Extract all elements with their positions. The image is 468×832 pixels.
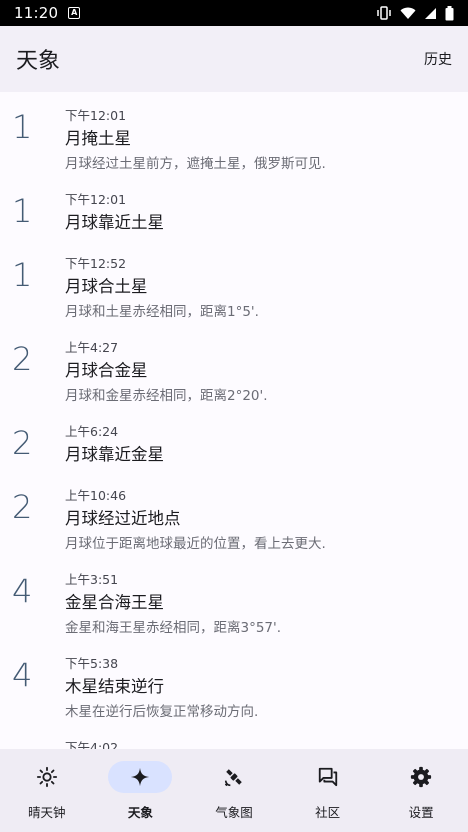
event-description: 月球和土星赤经相同，距离1°5'. <box>65 304 259 320</box>
battery-icon <box>445 5 454 20</box>
nav-label: 晴天钟 <box>28 805 66 820</box>
event-item[interactable]: 4 下午5:38 木星结束逆行木星在逆行后恢复正常移动方向. <box>0 652 468 736</box>
event-day: 1 <box>12 192 33 230</box>
gear-icon <box>411 766 432 788</box>
nav-pill <box>202 761 266 793</box>
event-item[interactable]: 1 下午12:01 月球靠近土星 <box>0 188 468 252</box>
event-description: 月球位于距离地球最近的位置，看上去更大. <box>65 536 326 552</box>
event-day: 2 <box>12 488 33 526</box>
event-item[interactable]: 下午4:02 <box>0 736 468 749</box>
nav-item-clear-sky-clock[interactable]: 晴天钟 <box>0 749 94 832</box>
event-day: 2 <box>12 424 33 462</box>
event-item[interactable]: 1 下午12:52 月球合土星月球和土星赤经相同，距离1°5'. <box>0 252 468 336</box>
event-name: 月掩土星 <box>65 129 131 148</box>
event-time: 上午4:27 <box>65 340 119 355</box>
signal-icon <box>425 7 436 19</box>
nav-item-weather-map[interactable]: 气象图 <box>187 749 281 832</box>
event-name: 月球经过近地点 <box>65 509 181 528</box>
event-time: 下午5:38 <box>65 656 119 671</box>
sun-icon <box>36 766 57 788</box>
forum-icon <box>318 767 337 787</box>
event-item[interactable]: 2 上午4:27 月球合金星月球和金星赤经相同，距离2°20'. <box>0 336 468 420</box>
nav-pill <box>296 761 360 793</box>
event-day: 1 <box>12 108 33 146</box>
event-list[interactable]: 1 下午12:01 月掩土星月球经过土星前方，遮掩土星，俄罗斯可见. 1 下午12:01… <box>0 92 468 749</box>
status-bar: 11:20 A <box>0 0 468 26</box>
event-time: 下午12:01 <box>65 192 127 207</box>
event-name: 木星结束逆行 <box>65 677 164 696</box>
status-icons <box>376 5 454 21</box>
event-item[interactable]: 2 上午6:24 月球靠近金星 <box>0 420 468 484</box>
event-name: 月球合金星 <box>65 361 148 380</box>
event-description: 月球和金星赤经相同，距离2°20'. <box>65 388 268 404</box>
event-time: 下午12:01 <box>65 108 127 123</box>
vibrate-icon <box>377 6 391 20</box>
history-button[interactable]: 历史 <box>424 43 452 75</box>
nav-pill <box>389 761 453 793</box>
nav-label: 社区 <box>315 805 341 820</box>
wifi-icon <box>400 7 416 19</box>
event-name: 月球靠近金星 <box>65 445 164 464</box>
sparkle-icon <box>131 767 150 787</box>
event-description: 金星和海王星赤经相同，距离3°57'. <box>65 620 282 636</box>
satellite-icon <box>224 769 242 787</box>
event-description: 月球经过土星前方，遮掩土星，俄罗斯可见. <box>65 156 326 172</box>
event-day: 1 <box>12 256 33 294</box>
event-time: 下午12:52 <box>65 256 127 271</box>
event-time: 上午6:24 <box>65 424 119 439</box>
app-bar: 天象 历史 <box>0 26 468 92</box>
event-day: 2 <box>12 340 33 378</box>
event-time: 上午3:51 <box>65 572 119 587</box>
nav-item-community[interactable]: 社区 <box>281 749 375 832</box>
status-time: 11:20 <box>14 4 59 22</box>
notification-icon: A <box>68 7 81 19</box>
nav-pill <box>15 761 79 793</box>
event-description: 木星在逆行后恢复正常移动方向. <box>65 704 259 720</box>
event-name: 月球合土星 <box>65 277 148 296</box>
event-time: 下午4:02 <box>65 740 119 749</box>
event-day: 4 <box>12 656 33 694</box>
nav-item-settings[interactable]: 设置 <box>374 749 468 832</box>
nav-label: 天象 <box>127 805 153 820</box>
event-time: 上午10:46 <box>65 488 127 503</box>
nav-item-celestial-events[interactable]: 天象 <box>94 749 188 832</box>
nav-label: 气象图 <box>215 805 253 820</box>
page-title: 天象 <box>16 49 61 74</box>
event-item[interactable]: 1 下午12:01 月掩土星月球经过土星前方，遮掩土星，俄罗斯可见. <box>0 104 468 188</box>
event-name: 月球靠近土星 <box>65 213 164 232</box>
nav-pill-active <box>108 761 173 793</box>
nav-label: 设置 <box>408 805 434 820</box>
bottom-nav: 晴天钟 天象 气象图 社区 设置 <box>0 749 468 832</box>
event-item[interactable]: 2 上午10:46 月球经过近地点月球位于距离地球最近的位置，看上去更大. <box>0 484 468 568</box>
event-name: 金星合海王星 <box>65 593 164 612</box>
event-item[interactable]: 4 上午3:51 金星合海王星金星和海王星赤经相同，距离3°57'. <box>0 568 468 652</box>
event-day: 4 <box>12 572 33 610</box>
